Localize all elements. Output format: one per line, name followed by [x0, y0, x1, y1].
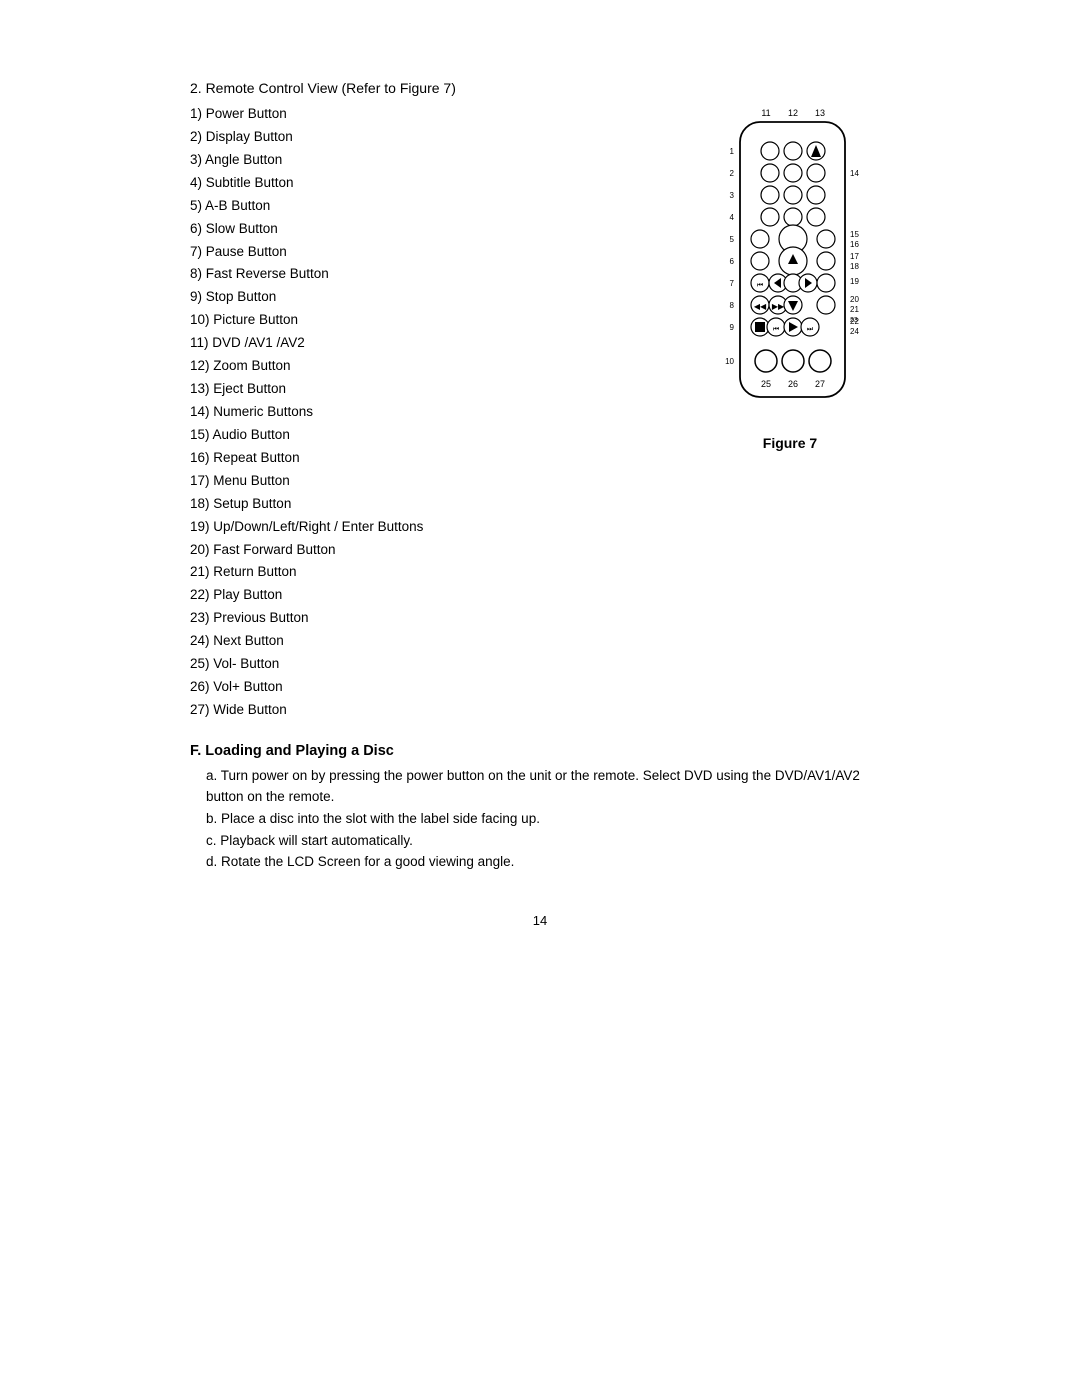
- list-item: 10) Picture Button: [190, 310, 670, 331]
- section-f-title: F. Loading and Playing a Disc: [190, 743, 890, 759]
- list-item: 7) Pause Button: [190, 242, 670, 263]
- svg-text:⏮: ⏮: [772, 326, 778, 333]
- list-item: 21) Return Button: [190, 562, 670, 583]
- list-item: 19) Up/Down/Left/Right / Enter Buttons: [190, 517, 670, 538]
- svg-text:2: 2: [729, 169, 734, 178]
- page-content: 2. Remote Control View (Refer to Figure …: [150, 0, 930, 988]
- svg-text:5: 5: [729, 235, 734, 244]
- svg-text:⏭: ⏭: [806, 326, 813, 333]
- svg-text:⏮: ⏮: [756, 282, 762, 289]
- list-item: 12) Zoom Button: [190, 356, 670, 377]
- svg-text:20: 20: [850, 295, 859, 304]
- svg-text:11: 11: [761, 108, 770, 118]
- figure-label: Figure 7: [763, 435, 817, 451]
- svg-text:23: 23: [850, 317, 858, 324]
- svg-text:27: 27: [814, 379, 824, 389]
- svg-text:15: 15: [850, 230, 859, 239]
- remote-column: 11 12 13 1 2 14: [690, 104, 890, 723]
- section-f-list-item: d. Rotate the LCD Screen for a good view…: [190, 851, 890, 873]
- list-item: 5) A-B Button: [190, 196, 670, 217]
- list-item: 24) Next Button: [190, 631, 670, 652]
- section2-title: 2. Remote Control View (Refer to Figure …: [190, 80, 890, 96]
- section-f: F. Loading and Playing a Disc a. Turn po…: [190, 743, 890, 873]
- page-number: 14: [190, 913, 890, 928]
- svg-text:21: 21: [850, 305, 859, 314]
- content-area: 1) Power Button2) Display Button3) Angle…: [190, 104, 890, 723]
- svg-text:14: 14: [850, 169, 859, 178]
- list-item: 26) Vol+ Button: [190, 677, 670, 698]
- button-list: 1) Power Button2) Display Button3) Angle…: [190, 104, 670, 723]
- section2-title-suffix: (Refer to Figure 7): [338, 80, 456, 96]
- list-item: 25) Vol- Button: [190, 654, 670, 675]
- list-item: 4) Subtitle Button: [190, 173, 670, 194]
- svg-text:25: 25: [760, 379, 770, 389]
- list-item: 8) Fast Reverse Button: [190, 264, 670, 285]
- svg-text:10: 10: [725, 357, 734, 366]
- list-item: 3) Angle Button: [190, 150, 670, 171]
- svg-text:◀◀: ◀◀: [753, 302, 766, 311]
- svg-text:4: 4: [729, 213, 734, 222]
- list-item: 1) Power Button: [190, 104, 670, 125]
- list-item: 6) Slow Button: [190, 219, 670, 240]
- list-item: 9) Stop Button: [190, 287, 670, 308]
- list-item: 17) Menu Button: [190, 471, 670, 492]
- section-f-list: a. Turn power on by pressing the power b…: [190, 765, 890, 873]
- svg-text:12: 12: [787, 108, 797, 118]
- remote-control-diagram: 11 12 13 1 2 14: [698, 104, 883, 429]
- svg-text:24: 24: [850, 327, 859, 336]
- svg-text:13: 13: [814, 108, 824, 118]
- list-item: 23) Previous Button: [190, 608, 670, 629]
- list-item: 27) Wide Button: [190, 700, 670, 721]
- section-f-list-item: c. Playback will start automatically.: [190, 830, 890, 852]
- svg-text:1: 1: [729, 147, 734, 156]
- svg-text:19: 19: [850, 277, 859, 286]
- list-item: 22) Play Button: [190, 585, 670, 606]
- svg-text:6: 6: [729, 257, 734, 266]
- list-item: 16) Repeat Button: [190, 448, 670, 469]
- list-item: 14) Numeric Buttons: [190, 402, 670, 423]
- list-item: 2) Display Button: [190, 127, 670, 148]
- svg-text:18: 18: [850, 262, 859, 271]
- svg-text:▶▶: ▶▶: [771, 302, 784, 311]
- svg-text:16: 16: [850, 240, 859, 249]
- svg-text:9: 9: [729, 323, 734, 332]
- list-item: 20) Fast Forward Button: [190, 540, 670, 561]
- section-f-list-item: b. Place a disc into the slot with the l…: [190, 808, 890, 830]
- svg-text:8: 8: [729, 301, 734, 310]
- button-list-items: 1) Power Button2) Display Button3) Angle…: [190, 104, 670, 721]
- svg-text:17: 17: [850, 252, 859, 261]
- svg-text:26: 26: [787, 379, 797, 389]
- list-item: 15) Audio Button: [190, 425, 670, 446]
- list-item: 13) Eject Button: [190, 379, 670, 400]
- svg-text:7: 7: [729, 279, 734, 288]
- section-f-list-item: a. Turn power on by pressing the power b…: [190, 765, 890, 808]
- list-item: 18) Setup Button: [190, 494, 670, 515]
- svg-text:3: 3: [729, 191, 734, 200]
- section2-title-bold: 2. Remote Control View: [190, 80, 338, 96]
- list-item: 11) DVD /AV1 /AV2: [190, 333, 670, 354]
